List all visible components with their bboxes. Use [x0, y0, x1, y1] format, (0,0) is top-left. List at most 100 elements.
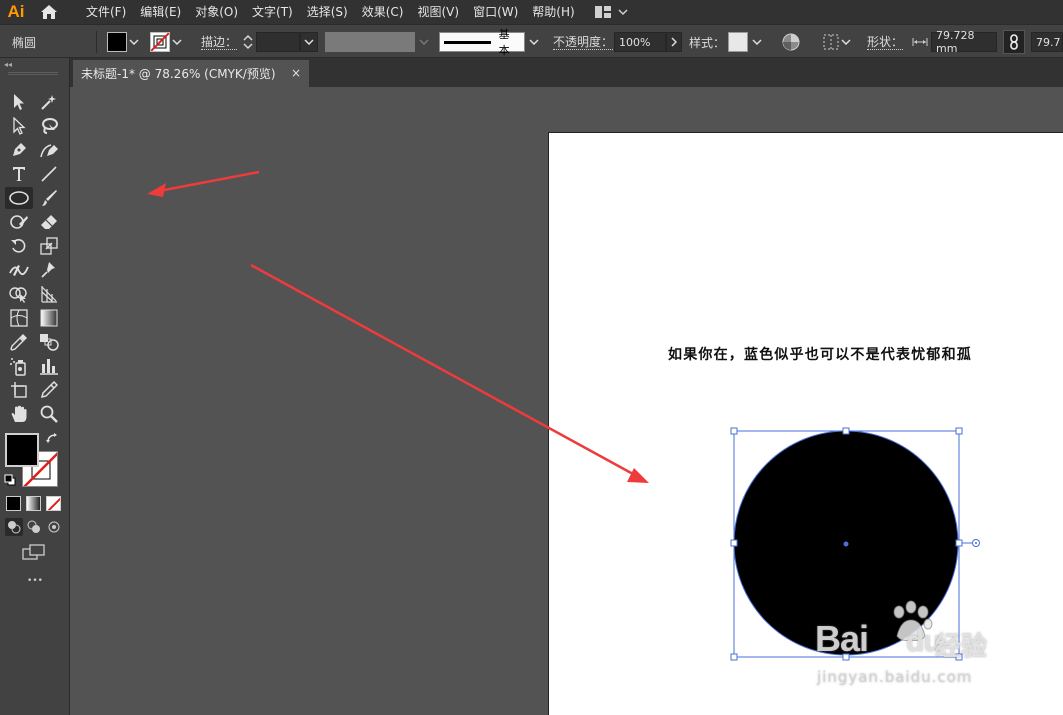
opacity-input[interactable]: 100% [614, 32, 666, 52]
stroke-label[interactable]: 描边： [201, 35, 238, 50]
opacity-control[interactable]: 100% [614, 25, 682, 59]
graphic-style-control[interactable] [728, 25, 766, 59]
menu-object[interactable]: 对象(O) [189, 0, 244, 24]
variable-width-profile[interactable] [325, 32, 415, 52]
fill-color-swatch[interactable] [5, 433, 39, 467]
workspace-switcher-button[interactable] [594, 6, 629, 18]
home-icon[interactable] [32, 0, 66, 24]
opacity-label[interactable]: 不透明度： [553, 35, 614, 50]
stepper-icon[interactable] [240, 32, 256, 52]
fill-swatch[interactable] [107, 32, 127, 52]
none-mode-icon[interactable] [46, 496, 61, 511]
selection-tool-icon[interactable] [5, 91, 33, 113]
tools-panel: ◂◂ ••• [0, 58, 70, 715]
slice-tool-icon[interactable] [35, 379, 63, 401]
control-bar: 椭圆 描边： 基本 不透明度： 100% 样式： 形状： 79.728 mm 7… [0, 24, 1063, 58]
paintbrush-tool-icon[interactable] [35, 187, 63, 209]
magic-wand-tool-icon[interactable] [35, 91, 63, 113]
pen-tool-icon[interactable] [5, 139, 33, 161]
line-segment-tool-icon[interactable] [35, 163, 63, 185]
more-tools-icon[interactable]: ••• [22, 576, 48, 586]
link-icon[interactable] [1003, 30, 1025, 54]
width-tool-icon[interactable] [5, 259, 33, 281]
shape-label[interactable]: 形状： [867, 35, 904, 50]
stroke-none-swatch[interactable] [150, 32, 170, 52]
chevron-down-icon[interactable] [170, 32, 184, 52]
canvas-area[interactable]: 如果你在，蓝色似乎也可以不是代表忧郁和孤 [71, 87, 1063, 715]
chevron-down-icon[interactable] [525, 32, 543, 52]
type-tool-icon[interactable] [5, 163, 33, 185]
blend-tool-icon[interactable] [35, 331, 63, 353]
chevron-right-icon[interactable] [666, 32, 682, 52]
artboard-tool-icon[interactable] [5, 379, 33, 401]
eyedropper-tool-icon[interactable] [5, 331, 33, 353]
eraser-tool-icon[interactable] [35, 211, 63, 233]
align-options-control[interactable] [822, 25, 852, 59]
document-tab[interactable]: 未标题-1* @ 78.26% (CMYK/预览) × [73, 60, 309, 87]
scale-tool-icon[interactable] [35, 235, 63, 257]
draw-behind-icon[interactable] [25, 518, 43, 536]
ellipse-tool-icon[interactable] [5, 187, 33, 209]
curvature-tool-icon[interactable] [35, 139, 63, 161]
graphic-style-swatch[interactable] [728, 32, 748, 52]
workspace-grid-icon [594, 6, 611, 18]
height-input[interactable]: 79.7 [1031, 32, 1063, 52]
column-graph-tool-icon[interactable] [35, 355, 63, 377]
collapse-panel-icon[interactable]: ◂◂ [4, 60, 12, 69]
stroke-weight-control[interactable] [240, 25, 318, 59]
zoom-tool-icon[interactable] [35, 403, 63, 425]
mesh-tool-icon[interactable] [5, 307, 33, 329]
chevron-down-icon[interactable] [748, 32, 766, 52]
align-grid-icon [823, 34, 839, 50]
fill-swatch-control[interactable] [107, 25, 141, 59]
chevron-down-icon[interactable] [300, 32, 318, 52]
menu-help[interactable]: 帮助(H) [526, 0, 580, 24]
panel-grip[interactable] [8, 72, 58, 75]
document-tab-title: 未标题-1* @ 78.26% (CMYK/预览) [81, 67, 276, 81]
direct-selection-tool-icon[interactable] [5, 115, 33, 137]
chevron-down-icon[interactable] [840, 32, 852, 52]
document-tab-bar: 未标题-1* @ 78.26% (CMYK/预览) × [70, 58, 1063, 87]
puppet-warp-tool-icon[interactable] [35, 259, 63, 281]
annotation-arrow-to-artboard [250, 263, 649, 483]
app-logo: Ai [7, 2, 25, 21]
gradient-tool-icon[interactable] [35, 307, 63, 329]
chevron-down-icon[interactable] [415, 32, 433, 52]
menu-type[interactable]: 文字(T) [246, 0, 299, 24]
close-icon[interactable]: × [291, 66, 301, 80]
symbol-sprayer-tool-icon[interactable] [5, 355, 33, 377]
style-label: 样式： [689, 35, 726, 50]
shaper-tool-icon[interactable] [5, 211, 33, 233]
chevron-down-icon[interactable] [127, 32, 141, 52]
menu-edit[interactable]: 编辑(E) [134, 0, 187, 24]
menu-bar: Ai 文件(F) 编辑(E) 对象(O) 文字(T) 选择(S) 效果(C) 视… [0, 0, 1063, 24]
draw-inside-icon[interactable] [45, 518, 63, 536]
brush-definition-field[interactable]: 基本 [439, 28, 525, 57]
menu-effect[interactable]: 效果(C) [356, 0, 410, 24]
menu-file[interactable]: 文件(F) [80, 0, 132, 24]
perspective-grid-tool-icon[interactable] [35, 283, 63, 305]
rotate-tool-icon[interactable] [5, 235, 33, 257]
default-colors-icon[interactable] [4, 474, 16, 486]
constrain-proportions-button[interactable] [1003, 25, 1025, 59]
gradient-mode-icon[interactable] [26, 496, 41, 511]
brush-definition-dropdown[interactable]: 基本 [439, 25, 543, 59]
shape-builder-tool-icon[interactable] [5, 283, 33, 305]
color-mode-icon[interactable] [6, 496, 21, 511]
width-input[interactable]: 79.728 mm [931, 29, 997, 55]
canvas-overlay [147, 170, 980, 661]
recolor-artwork-icon[interactable] [781, 25, 801, 59]
menu-window[interactable]: 窗口(W) [467, 0, 524, 24]
menu-select[interactable]: 选择(S) [301, 0, 354, 24]
annotation-arrow-to-tool [147, 170, 260, 197]
draw-normal-icon[interactable] [5, 518, 23, 536]
hand-tool-icon[interactable] [5, 403, 33, 425]
menu-view[interactable]: 视图(V) [411, 0, 465, 24]
screen-mode-icon[interactable] [22, 544, 46, 562]
stroke-swatch-control[interactable] [150, 25, 184, 59]
lasso-tool-icon[interactable] [35, 115, 63, 137]
variable-width-profile-dropdown[interactable] [325, 25, 433, 59]
brush-profile-label: 基本 [498, 28, 510, 57]
swap-colors-icon[interactable] [46, 432, 60, 446]
stroke-weight-input[interactable] [256, 32, 300, 52]
